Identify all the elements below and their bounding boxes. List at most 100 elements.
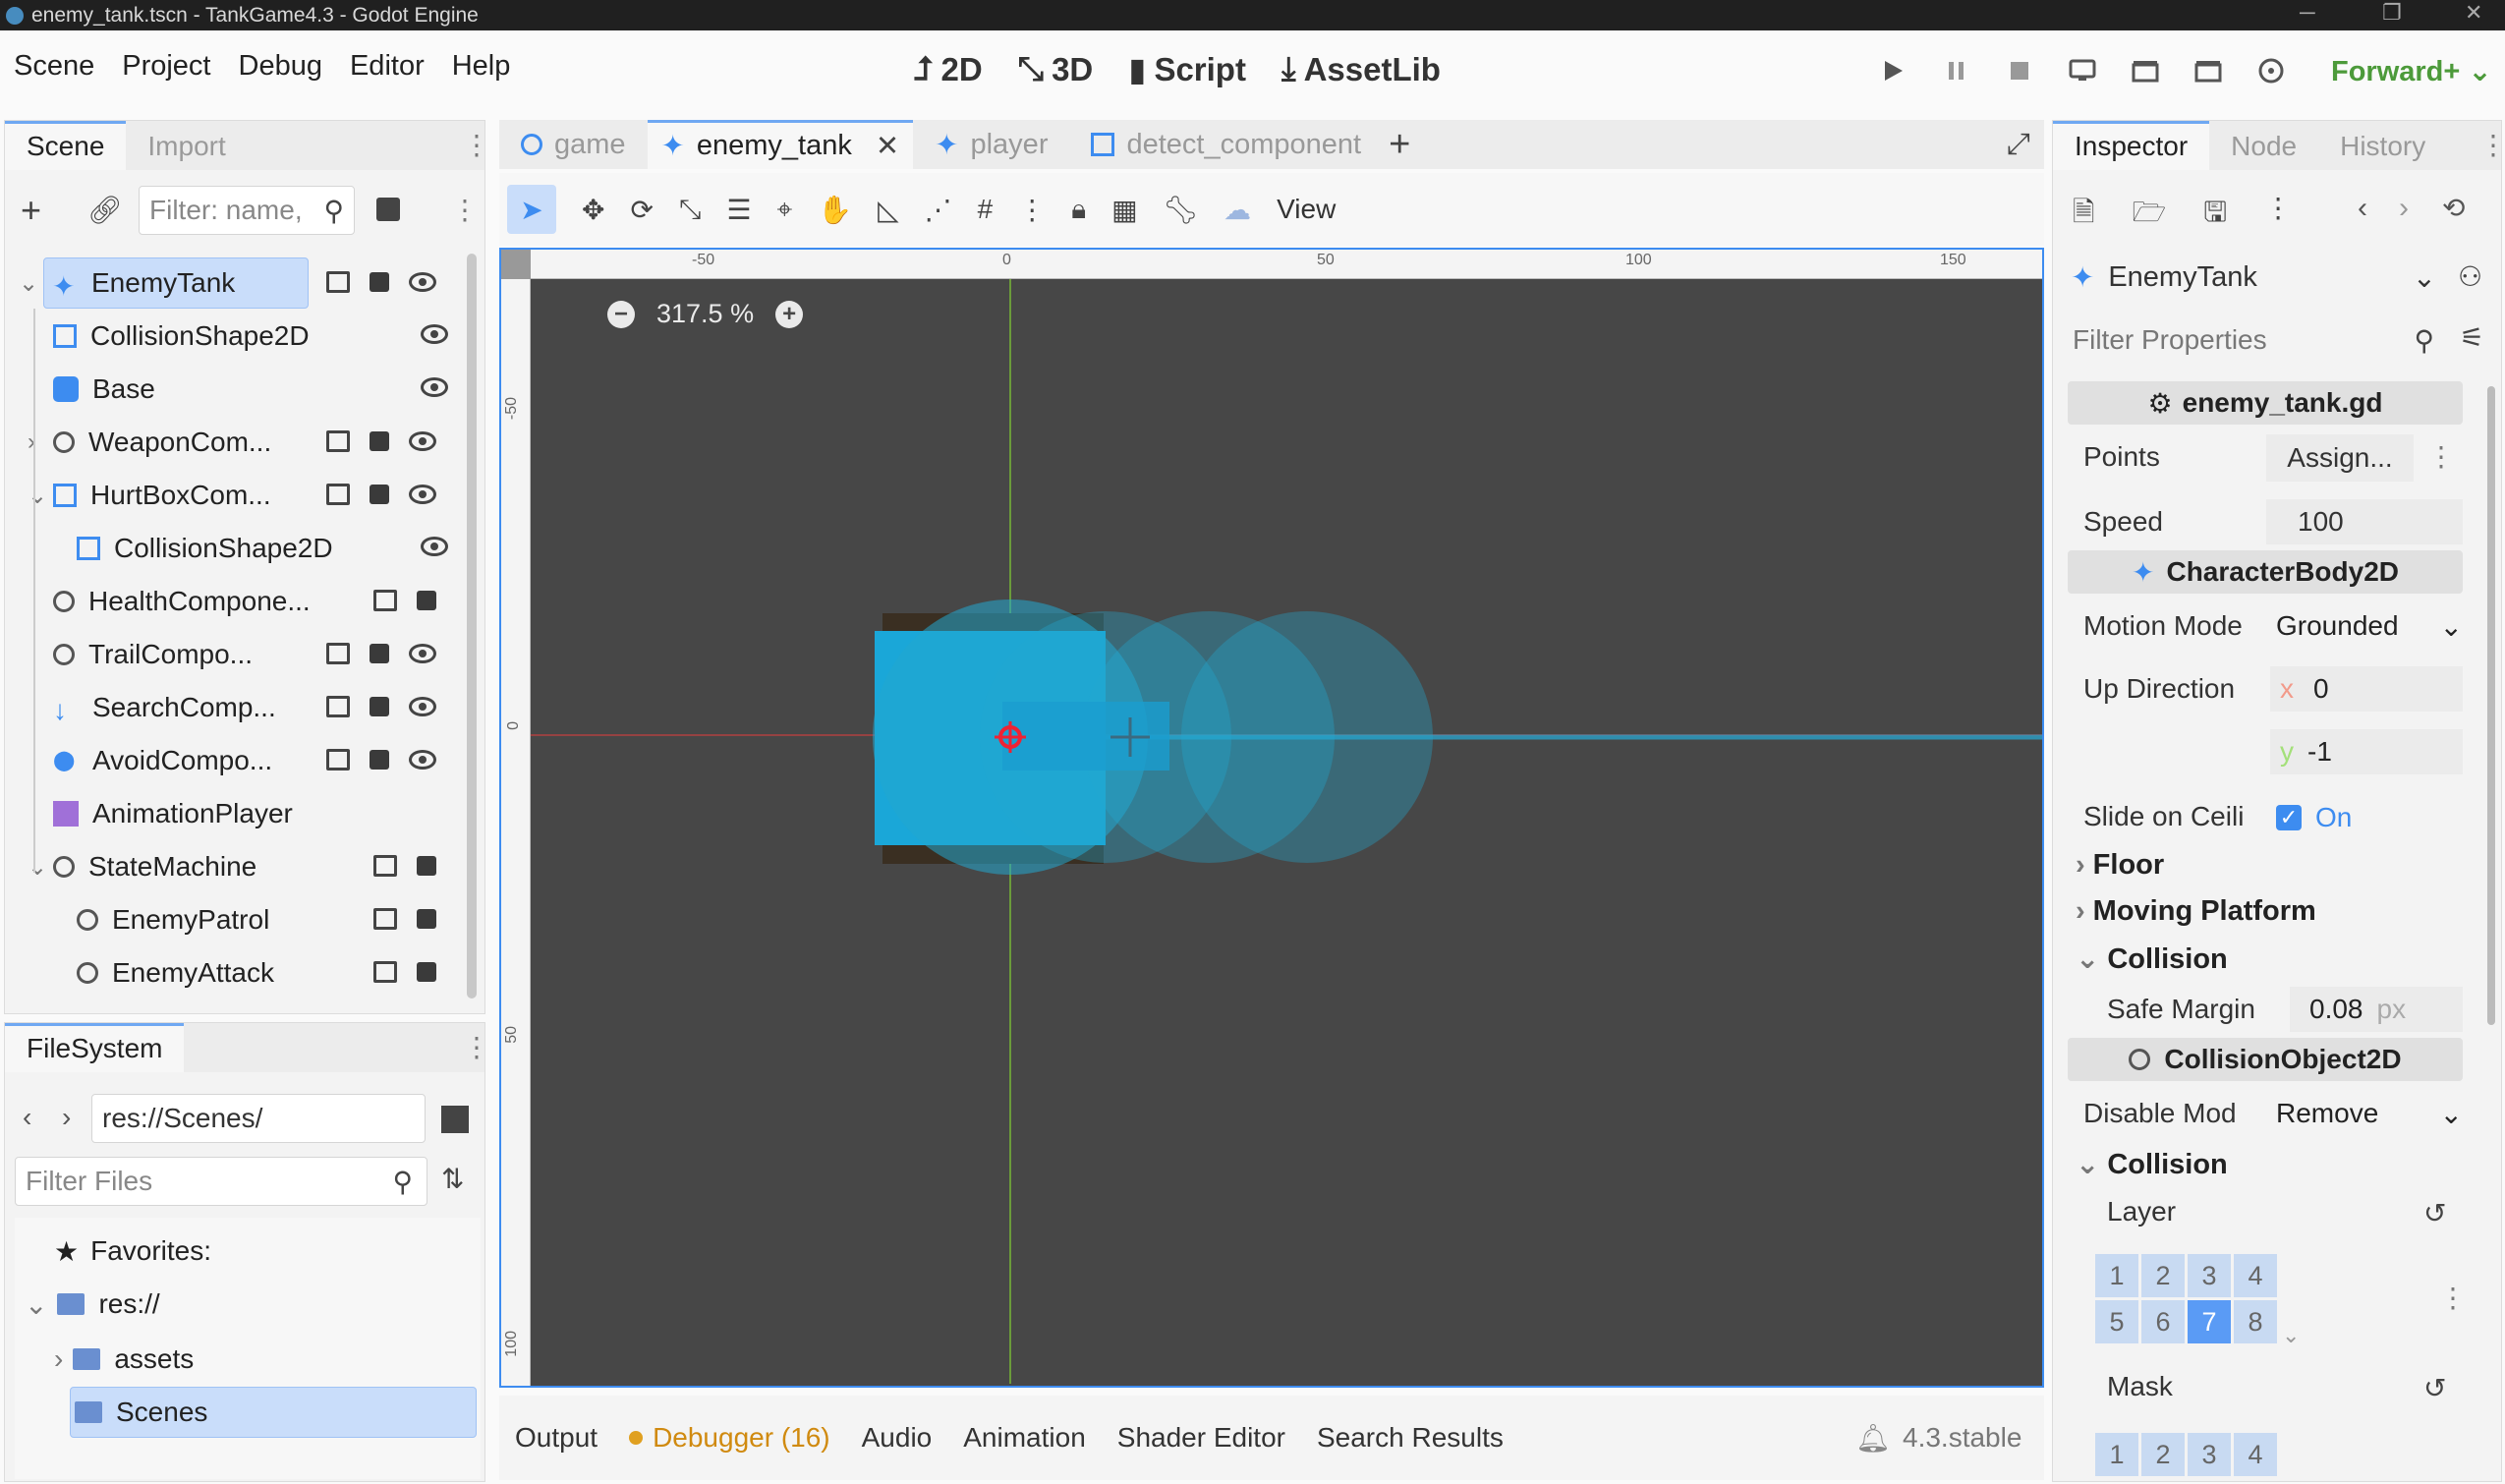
script-icon[interactable] (370, 697, 389, 716)
save-resource-icon[interactable]: 🖫︎ (2203, 192, 2227, 239)
favorites-item[interactable]: ★ Favorites: (54, 1226, 211, 1277)
points-assign-button[interactable]: Assign... (2266, 434, 2414, 482)
mode-3d-button[interactable]: ⤡ 3D (1018, 50, 1094, 88)
script-icon[interactable] (370, 272, 389, 292)
scene-tree-scrollbar[interactable] (467, 254, 477, 999)
scene-tree-node[interactable]: EnemyPatrol (77, 894, 269, 945)
tab-shader-editor[interactable]: Shader Editor (1117, 1422, 1285, 1454)
object-selector[interactable]: ✦ EnemyTank ⌄ (2063, 251, 2446, 304)
disable-mode-select[interactable]: Remove ⌄ (2276, 1091, 2463, 1136)
object-history-icon[interactable]: ⟲ (2442, 192, 2465, 224)
scene-tab-detect-component[interactable]: detect_component (1069, 129, 1383, 161)
snap-options-icon[interactable]: ⋮ (1018, 194, 1046, 226)
scene-tree-node[interactable]: HealthCompone... (53, 576, 311, 627)
pause-icon[interactable] (1940, 54, 1973, 87)
rotate-mode-icon[interactable]: ⟳ (630, 194, 653, 226)
script-icon[interactable] (417, 909, 436, 929)
grid-snap-icon[interactable]: # (978, 194, 994, 225)
scene-tree-node[interactable]: ⌄ HurtBoxCom... (28, 470, 271, 521)
scene-tree-node[interactable]: ⌄ StateMachine (28, 841, 256, 892)
filter-properties-input[interactable]: Filter Properties ⚲ (2063, 314, 2446, 367)
history-forward-icon[interactable]: › (2399, 192, 2409, 225)
tab-import[interactable]: Import (126, 121, 247, 170)
new-resource-icon[interactable]: 🗎︎ (2073, 192, 2095, 239)
scene-tree-node[interactable]: TrailCompo... (53, 629, 253, 680)
instance-icon[interactable] (326, 430, 350, 452)
revert-icon[interactable]: ↺ (2423, 1372, 2446, 1404)
tab-debugger[interactable]: Debugger (16) (629, 1422, 830, 1454)
scene-tree-node[interactable]: ↓ SearchComp... (53, 682, 276, 733)
close-window-icon[interactable]: ✕ (2465, 0, 2482, 26)
moving-platform-group[interactable]: › Moving Platform (2076, 895, 2316, 928)
stop-icon[interactable] (2003, 54, 2036, 87)
add-node-icon[interactable]: + (21, 190, 41, 231)
folder-scenes[interactable]: Scenes (70, 1387, 477, 1438)
distraction-free-icon[interactable]: ⤢ (2007, 128, 2030, 161)
layer-bit[interactable]: 3 (2188, 1254, 2231, 1297)
up-direction-y-input[interactable]: y -1 (2270, 729, 2463, 774)
filesystem-path-input[interactable]: res://Scenes/ (91, 1094, 426, 1143)
collision-layers-group[interactable]: ⌄ Collision (2076, 1147, 2228, 1181)
pivot-mode-icon[interactable]: ⌖ (776, 194, 792, 226)
chevron-down-icon[interactable]: ⌄ (28, 482, 47, 510)
menu-editor[interactable]: Editor (336, 50, 438, 83)
layer-bit[interactable]: 4 (2234, 1254, 2277, 1297)
close-tab-icon[interactable]: ✕ (876, 129, 899, 163)
play-scene-icon[interactable] (2129, 54, 2162, 87)
points-menu-icon[interactable]: ⋮ (2427, 440, 2455, 473)
chevron-down-icon[interactable]: ⌄ (19, 269, 38, 298)
scene-root-icon[interactable] (326, 271, 350, 293)
attach-script-icon[interactable] (376, 198, 400, 221)
zoom-out-button[interactable]: − (607, 300, 635, 328)
mask-bit[interactable]: 2 (2141, 1433, 2185, 1476)
tab-node[interactable]: Node (2209, 121, 2318, 170)
instance-icon[interactable] (373, 855, 397, 877)
file-filter-input[interactable]: Filter Files ⚲ (15, 1157, 427, 1206)
mode-script-button[interactable]: ▮ Script (1128, 50, 1246, 88)
mask-bit[interactable]: 1 (2095, 1433, 2138, 1476)
filesystem-menu-icon[interactable]: ⋮ (463, 1031, 490, 1063)
floor-group[interactable]: › Floor (2076, 849, 2164, 882)
menu-scene[interactable]: Scene (0, 50, 108, 83)
pan-mode-icon[interactable]: ✋ (818, 194, 852, 226)
scene-tree-node[interactable]: CollisionShape2D (77, 523, 333, 574)
node-tree-icon[interactable]: ⚇ (2458, 260, 2482, 293)
tab-audio[interactable]: Audio (862, 1422, 933, 1454)
scene-tab-player[interactable]: ✦ player (913, 128, 1069, 162)
script-icon[interactable] (370, 485, 389, 504)
visibility-eye-icon[interactable] (409, 697, 436, 716)
visibility-eye-icon[interactable] (409, 485, 436, 504)
canvas-viewport[interactable]: -50 0 50 100 150 -50 0 50 100 − 317.5 % … (499, 248, 2044, 1388)
scene-tab-enemy-tank[interactable]: ✦ enemy_tank ✕ (647, 120, 914, 169)
play-icon[interactable] (1877, 54, 1910, 87)
notification-icon[interactable]: 🔔︎ (1855, 1422, 1891, 1455)
scene-filter-input[interactable]: Filter: name, ⚲ (139, 186, 355, 235)
instance-icon[interactable] (373, 961, 397, 983)
scene-tree-node[interactable]: Base (53, 364, 155, 415)
folder-assets[interactable]: › assets (54, 1334, 194, 1385)
layer-bit[interactable]: 5 (2095, 1300, 2138, 1343)
script-icon[interactable] (417, 962, 436, 982)
mask-bit[interactable]: 3 (2188, 1433, 2231, 1476)
resource-menu-icon[interactable]: ⋮ (2264, 192, 2292, 239)
add-tab-icon[interactable]: + (1389, 124, 1410, 166)
motion-mode-select[interactable]: Grounded ⌄ (2276, 603, 2463, 649)
zoom-in-button[interactable]: + (775, 300, 804, 328)
skeleton-icon[interactable]: 🦴︎ (1164, 194, 1199, 226)
history-back-icon[interactable]: ‹ (2358, 192, 2367, 225)
scene-tree-node[interactable]: EnemyAttack (77, 947, 274, 999)
property-options-icon[interactable]: ⚟ (2460, 321, 2484, 354)
instance-icon[interactable] (326, 696, 350, 717)
script-icon[interactable] (370, 644, 389, 663)
scene-tab-game[interactable]: game (499, 129, 648, 161)
scene-tree-node[interactable]: CollisionShape2D (53, 311, 310, 362)
instance-icon[interactable] (373, 590, 397, 611)
inspector-scrollbar[interactable] (2487, 386, 2495, 1025)
layer-more-icon[interactable]: ⌄ (2282, 1323, 2300, 1348)
open-resource-icon[interactable]: 🗁︎ (2133, 192, 2167, 239)
revert-icon[interactable]: ↺ (2423, 1197, 2446, 1229)
menu-project[interactable]: Project (108, 50, 224, 83)
script-icon[interactable] (417, 591, 436, 610)
menu-debug[interactable]: Debug (225, 50, 336, 83)
layer-bit[interactable]: 6 (2141, 1300, 2185, 1343)
